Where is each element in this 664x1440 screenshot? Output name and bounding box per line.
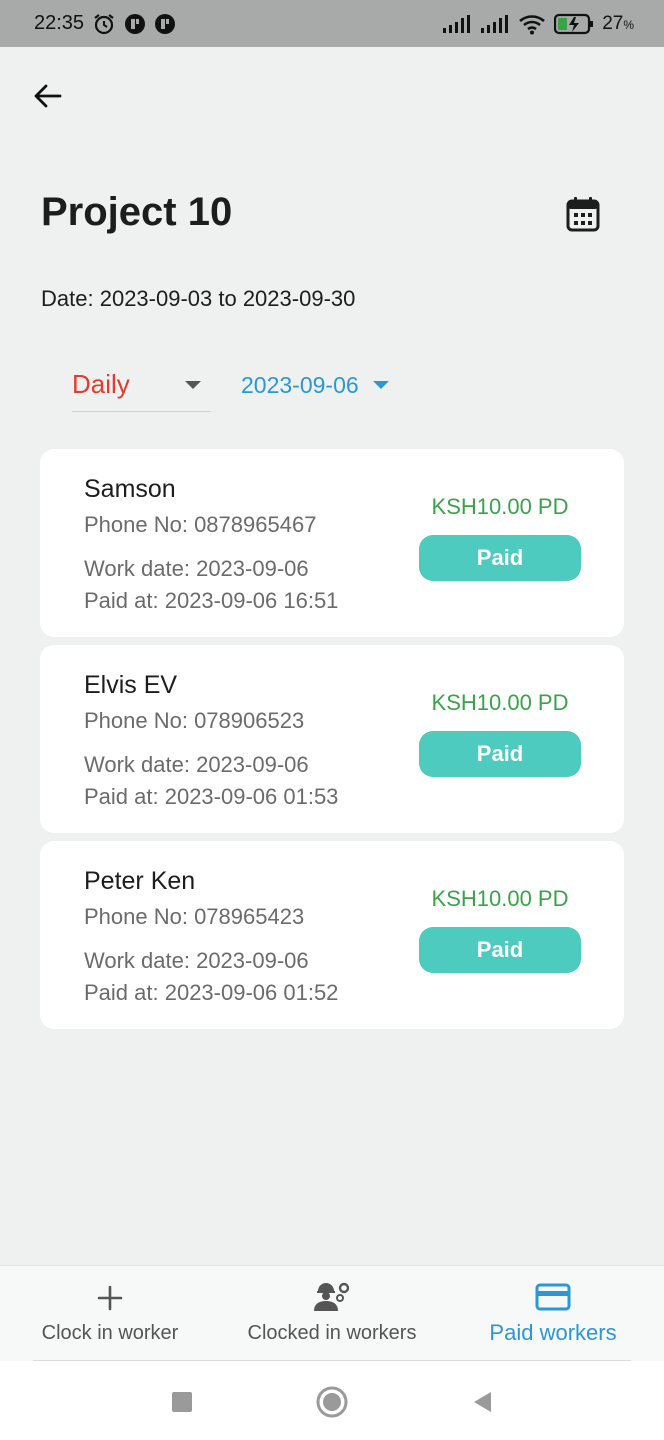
back-button[interactable] <box>28 76 68 116</box>
alarm-icon <box>92 12 116 36</box>
paid-button[interactable]: Paid <box>419 927 581 973</box>
date-range: Date: 2023-09-03 to 2023-09-30 <box>41 286 355 312</box>
date-dropdown-value: 2023-09-06 <box>241 371 359 398</box>
worker-phone: Phone No: 0878965467 <box>84 512 317 537</box>
triangle-back-icon <box>474 1392 491 1412</box>
worker-paid-at: Paid at: 2023-09-06 16:51 <box>84 588 339 613</box>
battery-charging-icon <box>554 13 594 35</box>
dropdown-arrow-icon <box>185 380 201 389</box>
date-dropdown[interactable]: 2023-09-06 <box>241 358 389 412</box>
page-title: Project 10 <box>41 190 233 234</box>
calendar-button[interactable] <box>563 193 603 235</box>
period-dropdown[interactable]: Daily <box>72 358 211 412</box>
bottom-navigation: Clock in worker Clocked in workers Paid … <box>0 1265 664 1361</box>
card-icon <box>535 1266 571 1316</box>
worker-phone: Phone No: 078965423 <box>84 904 305 929</box>
worker-name: Samson <box>84 475 176 503</box>
plus-icon <box>96 1266 124 1316</box>
nav-paid-workers[interactable]: Paid workers <box>478 1266 628 1362</box>
square-icon <box>172 1392 192 1412</box>
status-bar-left: 22:35 <box>34 12 176 36</box>
system-navigation-bar <box>0 1361 664 1440</box>
nav-label: Clocked in workers <box>247 1322 417 1344</box>
paid-button[interactable]: Paid <box>419 535 581 581</box>
nav-clocked-in-workers[interactable]: Clocked in workers <box>237 1266 427 1362</box>
nav-label: Clock in worker <box>41 1322 179 1344</box>
period-dropdown-value: Daily <box>72 369 130 399</box>
workers-icon <box>312 1266 352 1316</box>
worker-work-date: Work date: 2023-09-06 <box>84 948 309 973</box>
dropdown-arrow-icon <box>372 381 389 389</box>
battery-percentage: 27% <box>602 12 634 34</box>
arrow-back-icon <box>34 84 62 108</box>
nav-label: Paid workers <box>489 1320 617 1345</box>
worker-amount: KSH10.00 PD <box>431 886 569 911</box>
worker-card: Samson Phone No: 0878965467 Work date: 2… <box>40 449 624 637</box>
signal-icon <box>480 14 510 34</box>
status-bar: 22:35 27% <box>0 0 664 47</box>
date-range-value: 2023-09-03 to 2023-09-30 <box>99 286 356 311</box>
worker-card: Elvis EV Phone No: 078906523 Work date: … <box>40 645 624 833</box>
worker-paid-at: Paid at: 2023-09-06 01:52 <box>84 980 339 1005</box>
worker-name: Peter Ken <box>84 867 196 895</box>
back-nav-button[interactable] <box>462 1385 502 1419</box>
date-range-label: Date: <box>41 286 94 311</box>
status-time: 22:35 <box>34 12 85 34</box>
signal-icon <box>442 14 472 34</box>
nav-clock-in-worker[interactable]: Clock in worker <box>30 1266 190 1362</box>
calendar-icon <box>566 197 600 232</box>
worker-paid-at: Paid at: 2023-09-06 01:53 <box>84 784 339 809</box>
wifi-icon <box>518 13 546 35</box>
paid-button[interactable]: Paid <box>419 731 581 777</box>
worker-card: Peter Ken Phone No: 078965423 Work date:… <box>40 841 624 1029</box>
app-notification-icon <box>154 13 176 35</box>
circle-icon <box>316 1386 348 1418</box>
worker-amount: KSH10.00 PD <box>431 494 569 519</box>
recents-button[interactable] <box>162 1385 202 1419</box>
worker-work-date: Work date: 2023-09-06 <box>84 556 309 581</box>
status-bar-right: 27% <box>442 13 634 35</box>
home-button[interactable] <box>312 1385 352 1419</box>
worker-name: Elvis EV <box>84 671 178 699</box>
worker-work-date: Work date: 2023-09-06 <box>84 752 309 777</box>
worker-phone: Phone No: 078906523 <box>84 708 305 733</box>
app-notification-icon <box>124 13 146 35</box>
worker-amount: KSH10.00 PD <box>431 690 569 715</box>
